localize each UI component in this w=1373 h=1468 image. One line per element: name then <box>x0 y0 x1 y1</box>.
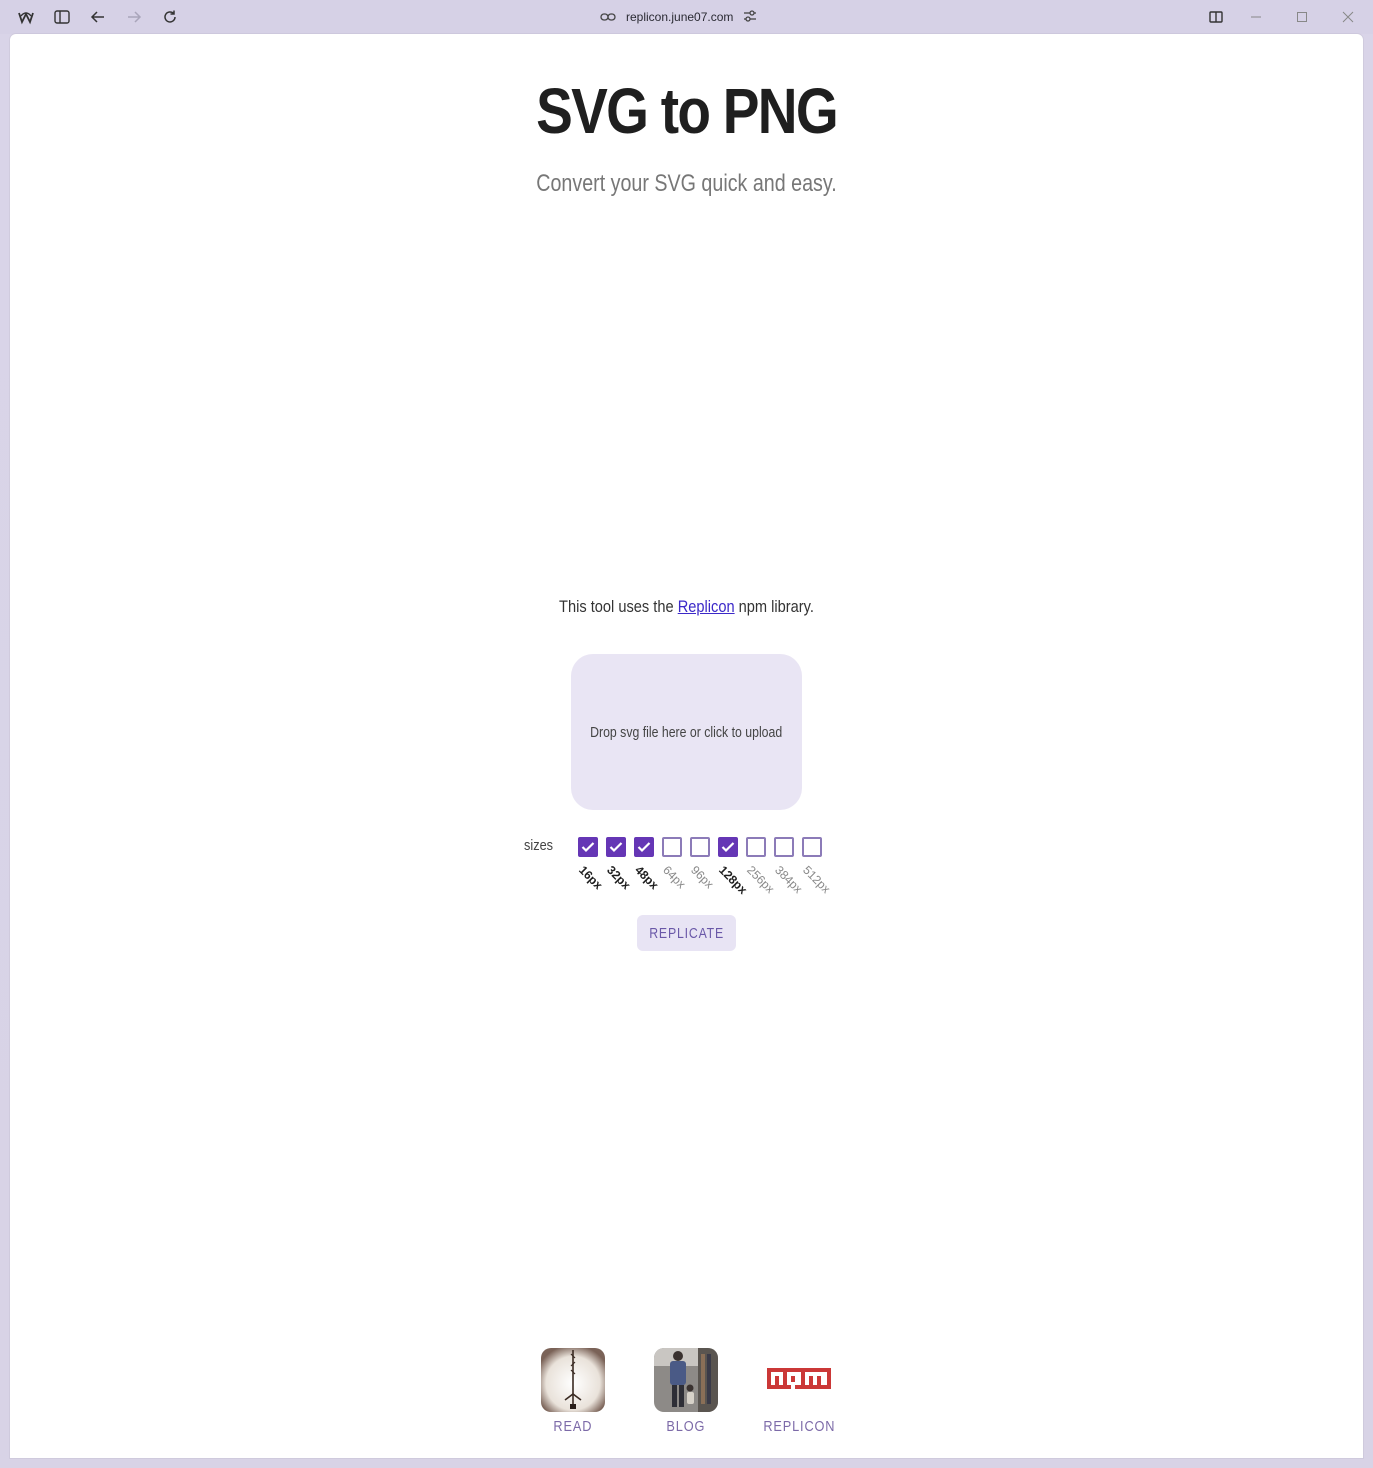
size-checkbox[interactable] <box>578 837 598 857</box>
size-checkbox-label: 256px <box>744 863 778 897</box>
forward-arrow-icon[interactable] <box>123 6 145 28</box>
page-title: SVG to PNG <box>536 75 839 147</box>
footer-link-replicon[interactable]: REPLICON <box>749 1348 849 1436</box>
size-checkbox[interactable] <box>606 837 626 857</box>
back-arrow-icon[interactable] <box>87 6 109 28</box>
library-note-prefix: This tool uses the <box>559 597 678 616</box>
url-text[interactable]: replicon.june07.com <box>626 10 733 24</box>
size-checkbox[interactable] <box>718 837 738 857</box>
replicate-button[interactable]: REPLICATE <box>637 915 736 951</box>
replicon-link[interactable]: Replicon <box>678 597 735 616</box>
read-thumbnail <box>541 1348 605 1412</box>
minimize-icon[interactable] <box>1245 6 1267 28</box>
npm-logo-icon <box>767 1348 831 1412</box>
split-view-icon[interactable] <box>1205 6 1227 28</box>
link-icon <box>600 10 616 25</box>
sizes-label: sizes <box>524 837 554 854</box>
size-checkbox[interactable] <box>774 837 794 857</box>
size-checkbox[interactable] <box>802 837 822 857</box>
size-checkbox-label: 64px <box>660 863 689 892</box>
library-note-suffix: npm library. <box>734 597 814 616</box>
blog-thumbnail <box>654 1348 718 1412</box>
size-checkbox-label: 16px <box>576 863 606 893</box>
size-checkbox-label: 96px <box>688 863 717 892</box>
footer-link-read[interactable]: READ <box>523 1348 623 1436</box>
footer-label-read: READ <box>553 1418 593 1435</box>
size-checkbox[interactable] <box>746 837 766 857</box>
library-note: This tool uses the Replicon npm library. <box>105 597 1269 617</box>
reload-icon[interactable] <box>159 6 181 28</box>
site-settings-icon[interactable] <box>743 9 757 25</box>
size-checkboxes: 16px 32px 48px 64px 96px 128px 256px 384px 512px <box>576 837 848 897</box>
page-subtitle: Convert your SVG quick and easy. <box>536 170 837 197</box>
browser-logo-icon[interactable] <box>15 6 37 28</box>
size-checkbox-label: 512px <box>800 863 834 897</box>
close-icon[interactable] <box>1337 6 1359 28</box>
browser-toolbar: replicon.june07.com <box>0 0 1373 34</box>
svg-dropzone[interactable]: Drop svg file here or click to upload <box>571 654 802 810</box>
dropzone-text: Drop svg file here or click to upload <box>590 723 783 741</box>
footer-label-blog: BLOG <box>666 1418 706 1435</box>
page-viewport: SVG to PNG Convert your SVG quick and ea… <box>10 34 1363 1458</box>
address-bar[interactable]: replicon.june07.com <box>600 7 757 27</box>
size-checkbox-label: 32px <box>604 863 634 893</box>
size-checkbox-label: 384px <box>772 863 806 897</box>
size-checkbox[interactable] <box>662 837 682 857</box>
sidebar-toggle-icon[interactable] <box>51 6 73 28</box>
size-checkbox[interactable] <box>690 837 710 857</box>
maximize-icon[interactable] <box>1291 6 1313 28</box>
size-checkbox-label: 48px <box>632 863 662 893</box>
replicate-button-label: REPLICATE <box>649 924 724 942</box>
footer-label-replicon: REPLICON <box>763 1418 835 1435</box>
footer-link-blog[interactable]: BLOG <box>636 1348 736 1436</box>
size-checkbox[interactable] <box>634 837 654 857</box>
size-checkbox-label: 128px <box>716 863 751 897</box>
